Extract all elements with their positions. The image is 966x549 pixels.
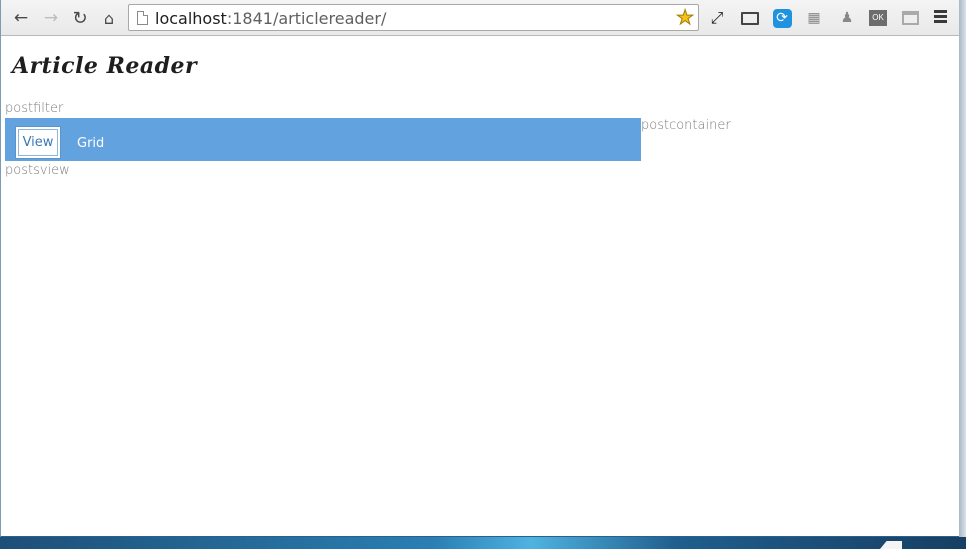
forward-icon[interactable]: → <box>40 7 62 29</box>
sync-icon[interactable]: ⟳ <box>772 8 792 28</box>
address-bar[interactable]: localhost:1841/articlereader/ ★ <box>128 4 699 31</box>
home-icon[interactable]: ⌂ <box>98 7 120 29</box>
bookmark-star-icon[interactable]: ★ <box>676 5 695 30</box>
puzzle-icon[interactable]: ▦ <box>804 8 824 28</box>
ok-icon[interactable]: OK <box>868 8 888 28</box>
menu-icon[interactable] <box>934 10 947 24</box>
postfilter-label: postfilter <box>5 101 64 116</box>
cast-icon[interactable] <box>740 8 760 28</box>
page-content: Article Reader postfilter View Grid post… <box>1 37 960 536</box>
view-button[interactable]: View <box>15 126 61 159</box>
robot-icon[interactable]: ♟ <box>837 8 857 28</box>
page-icon <box>137 11 148 25</box>
url-text: localhost:1841/articlereader/ <box>155 9 387 28</box>
fullscreen-icon[interactable]: ⤢ <box>707 8 727 28</box>
box-icon[interactable] <box>900 8 920 28</box>
back-icon[interactable]: ← <box>10 7 32 29</box>
taskbar <box>0 537 966 549</box>
page-title: Article Reader <box>12 53 198 79</box>
postsview-label: postsview <box>5 163 70 178</box>
postcontainer-label: postcontainer <box>641 118 731 133</box>
reload-icon[interactable]: ↻ <box>69 7 91 29</box>
browser-toolbar: ← → ↻ ⌂ localhost:1841/articlereader/ ★ … <box>1 0 960 36</box>
grid-button[interactable]: Grid <box>77 136 104 151</box>
filter-bar: View Grid <box>5 118 641 161</box>
window-edge <box>959 0 966 538</box>
browser-window: ← → ↻ ⌂ localhost:1841/articlereader/ ★ … <box>0 0 961 538</box>
